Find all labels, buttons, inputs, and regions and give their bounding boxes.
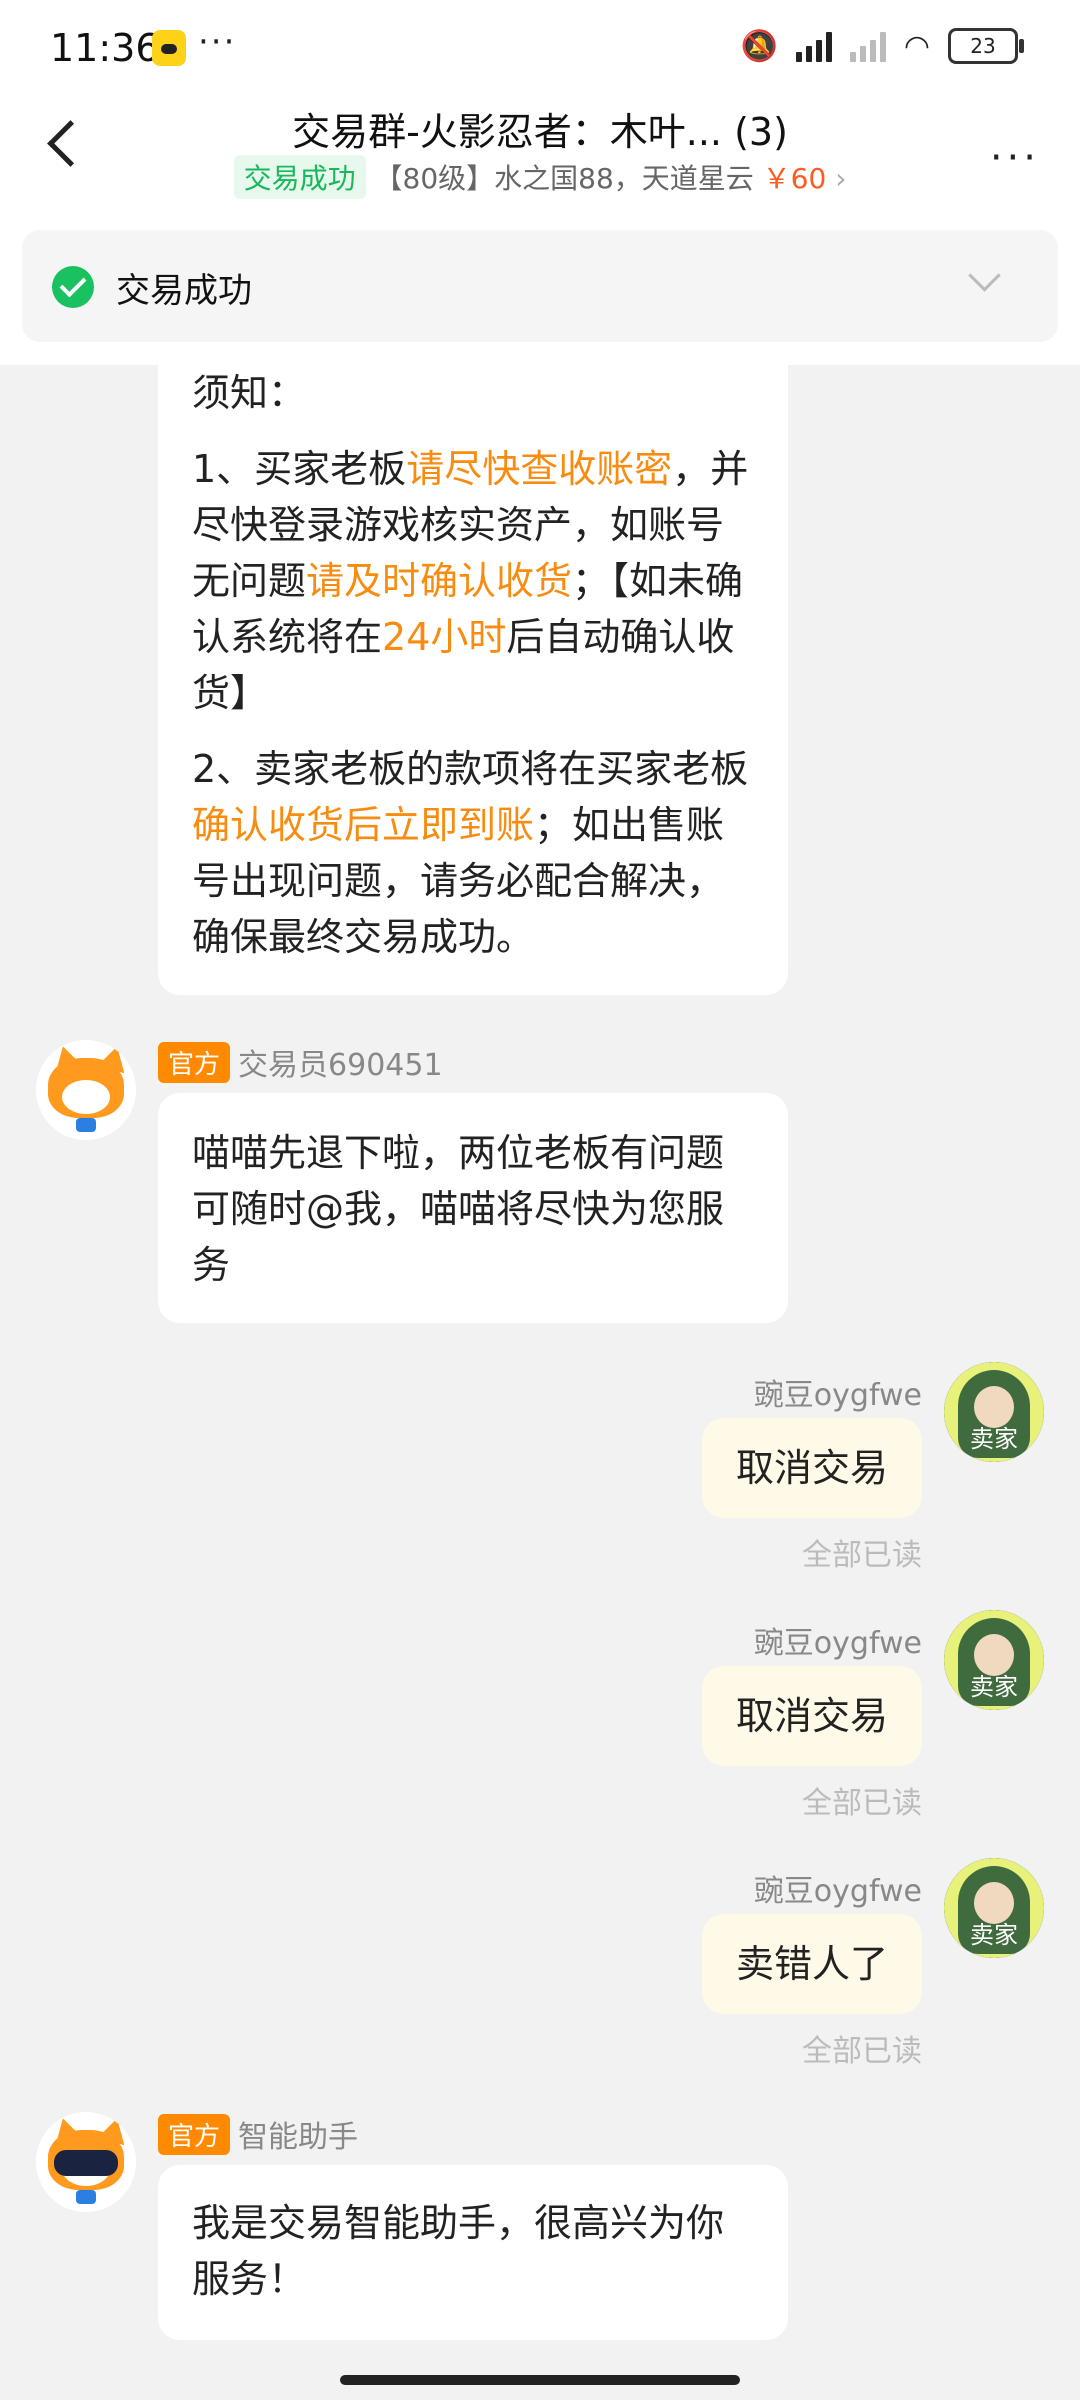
chat-header: 交易群-火影忍者：木叶... (3) 交易成功 【80级】水之国88，天道星云 … (0, 95, 1080, 205)
chevron-down-icon[interactable] (968, 259, 1001, 292)
message-text: 取消交易 (735, 1446, 888, 1490)
mute-icon: 🔕 (740, 28, 778, 64)
app-notification-icon (152, 30, 186, 66)
signal-icon (795, 30, 832, 62)
message-text: 喵喵先退下啦，两位老板有问题可随时@我，喵喵将尽快为您服务 (192, 1131, 725, 1287)
message-bubble[interactable]: 取消交易 (701, 1666, 922, 1766)
notice-item-1: 1、买家老板请尽快查收账密，并尽快登录游戏核实资产，如账号无问题请及时确认收货；… (192, 447, 749, 715)
order-price: ￥60 (762, 162, 827, 195)
message-bubble[interactable]: 我是交易智能助手，很高兴为你服务！ (158, 2165, 788, 2340)
order-status-bar[interactable]: 交易成功 (22, 230, 1058, 342)
notice-bubble: 须知： 1、买家老板请尽快查收账密，并尽快登录游戏核实资产，如账号无问题请及时确… (158, 365, 788, 995)
message-bubble[interactable]: 卖错人了 (701, 1914, 922, 2014)
seller-avatar[interactable]: 卖家 (944, 1362, 1044, 1462)
assistant-avatar[interactable] (36, 2112, 136, 2212)
status-bar: 11:36 ··· 🔕 ◠ 23 (0, 0, 1080, 95)
sender-name: 智能助手 (238, 2120, 359, 2155)
order-summary[interactable]: 交易成功 【80级】水之国88，天道星云 ￥60 › (0, 155, 1080, 199)
status-time: 11:36 (50, 26, 160, 70)
official-badge: 官方 (158, 2114, 231, 2155)
read-receipt: 全部已读 (802, 1538, 922, 1573)
order-status-panel: 交易成功 (0, 205, 1080, 365)
read-receipt: 全部已读 (802, 2034, 922, 2069)
check-circle-icon (52, 266, 94, 308)
sender-name: 豌豆oygfwe (753, 1626, 922, 1661)
message-bubble[interactable]: 喵喵先退下啦，两位老板有问题可随时@我，喵喵将尽快为您服务 (158, 1093, 788, 1323)
chat-title: 交易群-火影忍者：木叶... (3) (292, 110, 788, 154)
read-receipt: 全部已读 (802, 1786, 922, 1821)
sender-name: 豌豆oygfwe (753, 1874, 922, 1909)
sender-name: 交易员690451 (238, 1048, 443, 1083)
more-notifications-icon: ··· (198, 22, 237, 62)
trader-avatar[interactable] (36, 1040, 136, 1140)
sender-name: 豌豆oygfwe (753, 1378, 922, 1413)
order-status-text: 交易成功 (116, 271, 252, 311)
wifi-icon: ◠ (903, 28, 930, 64)
signal-2-icon (849, 30, 886, 62)
message-text: 我是交易智能助手，很高兴为你服务！ (192, 2201, 725, 2301)
official-badge: 官方 (158, 1042, 231, 1083)
notice-item-2: 2、卖家老板的款项将在买家老板确认收货后立即到账；如出售账号出现问题，请务必配合… (192, 747, 749, 959)
battery-icon: 23 (948, 28, 1024, 64)
order-status-tag: 交易成功 (233, 155, 366, 199)
sender-row: 官方 智能助手 (158, 2112, 358, 2156)
chevron-right-icon: › (835, 162, 847, 195)
notice-heading: 须知： (192, 371, 307, 415)
message-text: 卖错人了 (735, 1942, 888, 1986)
more-options-icon[interactable]: ··· (990, 135, 1040, 181)
seller-avatar[interactable]: 卖家 (944, 1858, 1044, 1958)
order-item-desc: 【80级】水之国88，天道星云 (374, 162, 754, 195)
sender-row: 官方 交易员690451 (158, 1040, 443, 1084)
message-bubble[interactable]: 取消交易 (701, 1418, 922, 1518)
home-indicator[interactable] (340, 2375, 740, 2385)
message-text: 取消交易 (735, 1694, 888, 1738)
seller-avatar[interactable]: 卖家 (944, 1610, 1044, 1710)
